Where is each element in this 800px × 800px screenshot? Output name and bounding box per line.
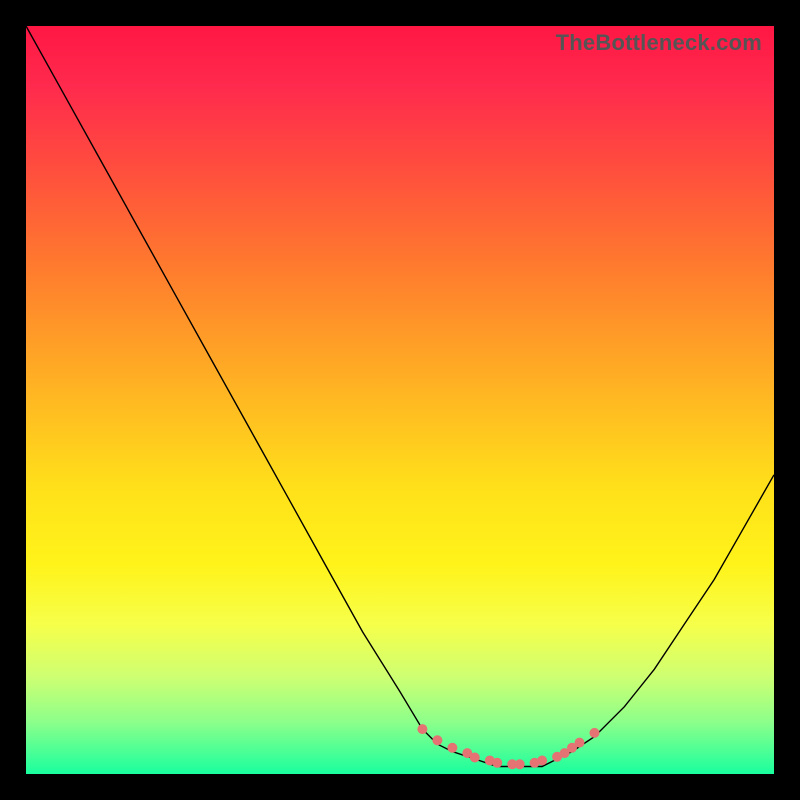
marker-point xyxy=(432,735,442,745)
gradient-plot-area: TheBottleneck.com xyxy=(26,26,774,774)
bottleneck-curve xyxy=(26,26,774,767)
highlight-markers xyxy=(417,724,599,769)
marker-point xyxy=(575,738,585,748)
marker-point xyxy=(515,759,525,769)
chart-svg xyxy=(26,26,774,774)
chart-frame: TheBottleneck.com xyxy=(0,0,800,800)
marker-point xyxy=(492,758,502,768)
marker-point xyxy=(417,724,427,734)
marker-point xyxy=(470,753,480,763)
marker-point xyxy=(537,756,547,766)
marker-point xyxy=(447,743,457,753)
marker-point xyxy=(590,728,600,738)
